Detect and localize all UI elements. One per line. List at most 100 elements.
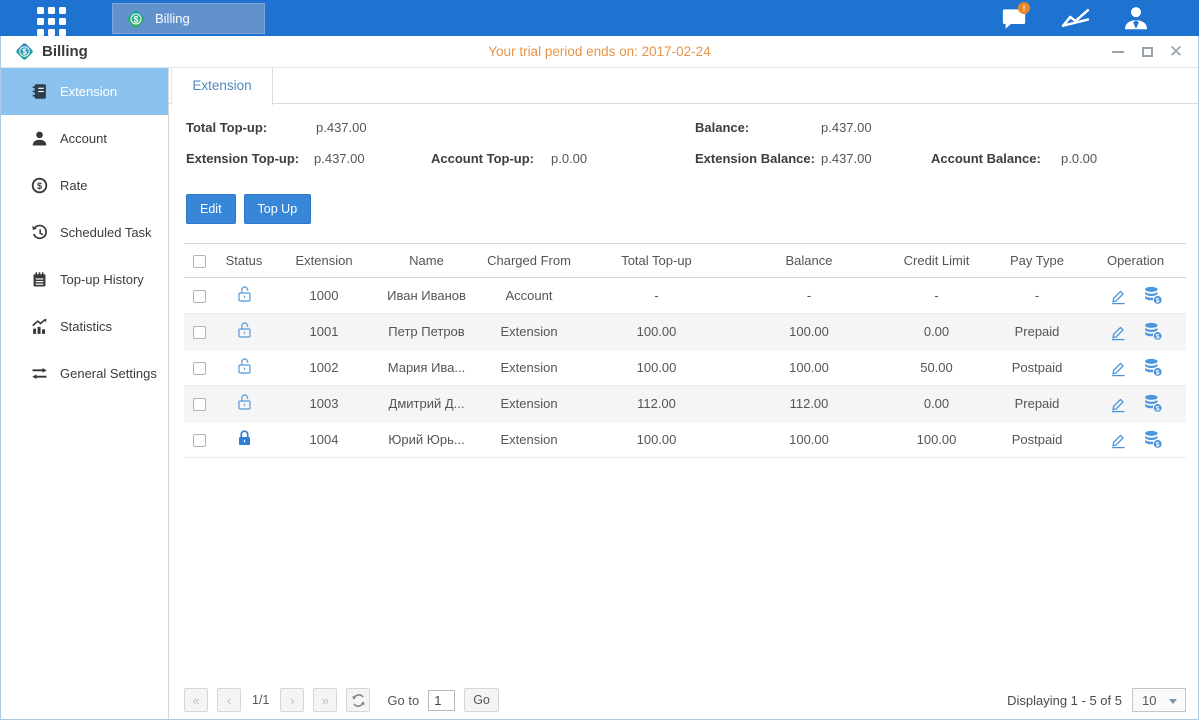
- extension-table: Status Extension Name Charged From Total…: [184, 243, 1186, 458]
- general-settings-icon: [30, 365, 49, 382]
- cell-credit-limit: 0.00: [884, 314, 989, 350]
- taskbar-billing-tab[interactable]: $ Billing: [112, 3, 265, 34]
- row-checkbox[interactable]: [193, 290, 206, 303]
- row-checkbox[interactable]: [193, 398, 206, 411]
- trial-notice: Your trial period ends on: 2017-02-24: [488, 36, 710, 68]
- row-checkbox[interactable]: [193, 362, 206, 375]
- app-launcher-icon[interactable]: [37, 7, 68, 38]
- go-button[interactable]: Go: [464, 688, 499, 712]
- table-row: 1001 Петр Петров Extension 100.00 100.00…: [184, 314, 1186, 350]
- sidebar-item-statistics[interactable]: Statistics: [1, 303, 168, 350]
- sidebar-item-extension[interactable]: Extension: [1, 68, 168, 115]
- cell-extension: 1001: [274, 314, 374, 350]
- cell-pay-type: Prepaid: [989, 314, 1085, 350]
- top-up-row-icon[interactable]: $: [1143, 430, 1163, 449]
- sidebar-item-topup-history[interactable]: Top-up History: [1, 256, 168, 303]
- tab-extension[interactable]: Extension: [171, 68, 273, 105]
- edit-row-icon[interactable]: [1109, 287, 1127, 305]
- cell-charged-from: Extension: [479, 386, 579, 422]
- edit-row-icon[interactable]: [1109, 323, 1127, 341]
- sidebar-item-scheduled-task[interactable]: Scheduled Task: [1, 209, 168, 256]
- svg-text:$: $: [1155, 333, 1159, 340]
- cell-total-topup: 100.00: [579, 350, 734, 386]
- resource-monitor-icon[interactable]: [1058, 3, 1092, 33]
- table-row: 1004 Юрий Юрь... Extension 100.00 100.00…: [184, 422, 1186, 458]
- notifications-icon[interactable]: !: [997, 3, 1031, 33]
- cell-credit-limit: 50.00: [884, 350, 989, 386]
- last-page-button[interactable]: »: [313, 688, 337, 712]
- cell-charged-from: Extension: [479, 422, 579, 458]
- sidebar-item-label: General Settings: [60, 366, 157, 381]
- select-all-checkbox[interactable]: [193, 255, 206, 268]
- svg-text:$: $: [1155, 405, 1159, 412]
- close-button[interactable]: ✕: [1168, 44, 1184, 60]
- lock-open-icon: [236, 357, 253, 375]
- lock-open-icon: [236, 393, 253, 411]
- billing-app-icon: $: [125, 8, 147, 30]
- next-page-button[interactable]: ›: [280, 688, 304, 712]
- edit-row-icon[interactable]: [1109, 395, 1127, 413]
- first-page-button[interactable]: «: [184, 688, 208, 712]
- sidebar-item-label: Statistics: [60, 319, 112, 334]
- cell-name: Мария Ива...: [374, 350, 479, 386]
- window-title: Billing: [42, 43, 88, 60]
- top-up-button[interactable]: Top Up: [244, 194, 312, 224]
- page-size-select[interactable]: 10: [1132, 688, 1186, 712]
- sidebar-item-label: Top-up History: [60, 272, 144, 287]
- cell-credit-limit: -: [884, 278, 989, 314]
- minimize-button[interactable]: [1110, 44, 1126, 60]
- sidebar-item-label: Account: [60, 131, 107, 146]
- account-balance-value: p.0.00: [1061, 151, 1097, 166]
- scheduled-task-icon: [30, 224, 49, 241]
- top-up-row-icon[interactable]: $: [1143, 358, 1163, 377]
- cell-extension: 1004: [274, 422, 374, 458]
- balance-label: Balance:: [695, 120, 749, 135]
- goto-page-input[interactable]: [428, 690, 455, 711]
- sidebar-item-general-settings[interactable]: General Settings: [1, 350, 168, 397]
- goto-label: Go to: [387, 693, 419, 708]
- main-content: Extension Total Top-up: p.437.00 Balance…: [169, 68, 1198, 719]
- svg-text:$: $: [1155, 441, 1159, 448]
- edit-button[interactable]: Edit: [186, 194, 236, 224]
- extension-icon: [30, 83, 49, 100]
- rate-icon: $: [30, 177, 49, 194]
- refresh-button[interactable]: [346, 688, 370, 712]
- row-checkbox[interactable]: [193, 434, 206, 447]
- tab-bar: Extension: [169, 68, 1198, 104]
- sidebar-item-account[interactable]: Account: [1, 115, 168, 162]
- column-header-extension: Extension: [274, 244, 374, 278]
- extension-topup-label: Extension Top-up:: [186, 151, 299, 166]
- maximize-button[interactable]: [1139, 44, 1155, 60]
- cell-pay-type: Prepaid: [989, 386, 1085, 422]
- cell-extension: 1002: [274, 350, 374, 386]
- column-header-name: Name: [374, 244, 479, 278]
- top-up-row-icon[interactable]: $: [1143, 286, 1163, 305]
- cell-pay-type: Postpaid: [989, 422, 1085, 458]
- topup-history-icon: [30, 271, 49, 288]
- extension-balance-value: p.437.00: [821, 151, 872, 166]
- edit-row-icon[interactable]: [1109, 359, 1127, 377]
- top-up-row-icon[interactable]: $: [1143, 322, 1163, 341]
- taskbar: $ Billing !: [0, 0, 1199, 36]
- sidebar-item-rate[interactable]: $ Rate: [1, 162, 168, 209]
- top-up-row-icon[interactable]: $: [1143, 394, 1163, 413]
- sidebar: Extension Account $: [1, 68, 169, 719]
- table-row: 1003 Дмитрий Д... Extension 112.00 112.0…: [184, 386, 1186, 422]
- extension-topup-value: p.437.00: [314, 151, 365, 166]
- column-header-operation: Operation: [1085, 244, 1186, 278]
- cell-balance: 112.00: [734, 386, 884, 422]
- edit-row-icon[interactable]: [1109, 431, 1127, 449]
- cell-total-topup: 100.00: [579, 314, 734, 350]
- cell-balance: 100.00: [734, 350, 884, 386]
- cell-balance: 100.00: [734, 422, 884, 458]
- row-checkbox[interactable]: [193, 326, 206, 339]
- svg-text:$: $: [1155, 369, 1159, 376]
- column-header-status: Status: [214, 244, 274, 278]
- user-icon[interactable]: [1119, 3, 1153, 33]
- sidebar-item-label: Rate: [60, 178, 87, 193]
- balance-summary: Total Top-up: p.437.00 Balance: p.437.00…: [169, 104, 1198, 190]
- prev-page-button[interactable]: ‹: [217, 688, 241, 712]
- cell-total-topup: 112.00: [579, 386, 734, 422]
- balance-value: p.437.00: [821, 120, 872, 135]
- lock-open-icon: [236, 321, 253, 339]
